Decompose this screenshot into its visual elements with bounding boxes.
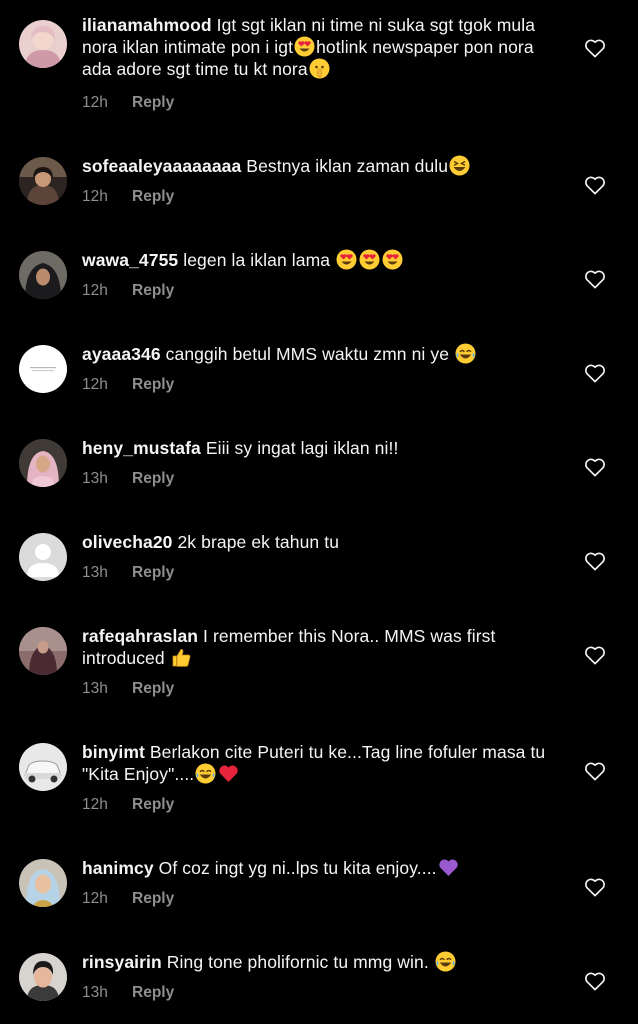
comment-text: ilianamahmood Igt sgt iklan ni time ni s… [82, 14, 562, 80]
comment-body: Bestnya iklan zaman dulu [241, 156, 449, 176]
avatar[interactable] [19, 743, 67, 791]
comment-text: sofeaaleyaaaaaaaa Bestnya iklan zaman du… [82, 155, 562, 177]
username-link[interactable]: ayaaa346 [82, 344, 161, 364]
timestamp: 12h [82, 796, 108, 813]
comment-body: Of coz ingt yg ni..lps tu kita enjoy.... [153, 858, 437, 878]
like-heart-icon[interactable] [584, 38, 606, 58]
username-link[interactable]: hanimcy [82, 858, 154, 878]
like-heart-icon[interactable] [584, 269, 606, 289]
comment-meta: 12h Reply [82, 795, 174, 815]
like-heart-icon[interactable] [584, 877, 606, 897]
heart-eyes-emoji [336, 249, 357, 270]
like-heart-icon[interactable] [584, 551, 606, 571]
reply-button[interactable]: Reply [132, 984, 174, 1001]
tears-of-joy-emoji [435, 951, 456, 972]
reply-button[interactable]: Reply [132, 94, 174, 111]
username-link[interactable]: olivecha20 [82, 532, 173, 552]
avatar[interactable] [19, 627, 67, 675]
timestamp: 13h [82, 984, 108, 1001]
comment-body: Ring tone pholifornic tu mmg win. [161, 952, 434, 972]
comment-meta: 12h Reply [82, 281, 174, 301]
tears-of-joy-emoji [455, 343, 476, 364]
laughing-squint-emoji [449, 155, 470, 176]
shushing-face-emoji [309, 58, 330, 79]
reply-button[interactable]: Reply [132, 796, 174, 813]
like-heart-icon[interactable] [584, 761, 606, 781]
comment-text: hanimcy Of coz ingt yg ni..lps tu kita e… [82, 857, 562, 879]
timestamp: 12h [82, 890, 108, 907]
comment-meta: 13h Reply [82, 563, 174, 583]
thumbs-up-emoji [171, 647, 192, 668]
reply-button[interactable]: Reply [132, 188, 174, 205]
avatar[interactable] [19, 859, 67, 907]
comment-text: rafeqahraslan I remember this Nora.. MMS… [82, 625, 562, 669]
comment-meta: 12h Reply [82, 889, 174, 909]
heart-eyes-emoji [359, 249, 380, 270]
avatar[interactable] [19, 157, 67, 205]
heart-eyes-emoji [382, 249, 403, 270]
tears-of-joy-emoji [195, 763, 216, 784]
comment-text: olivecha20 2k brape ek tahun tu [82, 531, 562, 553]
avatar[interactable] [19, 953, 67, 1001]
comment-text: ayaaa346 canggih betul MMS waktu zmn ni … [82, 343, 562, 365]
comment-text: rinsyairin Ring tone pholifornic tu mmg … [82, 951, 562, 973]
reply-button[interactable]: Reply [132, 564, 174, 581]
comment-text: wawa_4755 legen la iklan lama [82, 249, 562, 271]
comment-meta: 13h Reply [82, 679, 174, 699]
avatar[interactable] [19, 251, 67, 299]
comment-body: 2k brape ek tahun tu [172, 532, 340, 552]
timestamp: 13h [82, 470, 108, 487]
comment-body: Eiii sy ingat lagi iklan ni!! [200, 438, 399, 458]
comment-body: Berlakon cite Puteri tu ke...Tag line fo… [82, 742, 546, 784]
timestamp: 13h [82, 680, 108, 697]
comment-meta: 12h Reply [82, 187, 174, 207]
reply-button[interactable]: Reply [132, 470, 174, 487]
reply-button[interactable]: Reply [132, 376, 174, 393]
purple-heart-emoji [438, 857, 459, 878]
comment-text: heny_mustafa Eiii sy ingat lagi iklan ni… [82, 437, 562, 459]
username-link[interactable]: heny_mustafa [82, 438, 201, 458]
like-heart-icon[interactable] [584, 363, 606, 383]
username-link[interactable]: sofeaaleyaaaaaaaa [82, 156, 241, 176]
username-link[interactable]: binyimt [82, 742, 145, 762]
avatar[interactable] [19, 20, 67, 68]
reply-button[interactable]: Reply [132, 282, 174, 299]
reply-button[interactable]: Reply [132, 680, 174, 697]
timestamp: 13h [82, 564, 108, 581]
comment-meta: 12h Reply [82, 375, 174, 395]
heart-eyes-emoji [294, 36, 315, 57]
like-heart-icon[interactable] [584, 971, 606, 991]
timestamp: 12h [82, 376, 108, 393]
like-heart-icon[interactable] [584, 175, 606, 195]
timestamp: 12h [82, 188, 108, 205]
comment-body: legen la iklan lama [178, 250, 336, 270]
username-link[interactable]: ilianamahmood [82, 15, 212, 35]
username-link[interactable]: rinsyairin [82, 952, 162, 972]
comment-text: binyimt Berlakon cite Puteri tu ke...Tag… [82, 741, 562, 785]
avatar[interactable] [19, 533, 67, 581]
comment-meta: 12h Reply [82, 93, 174, 113]
reply-button[interactable]: Reply [132, 890, 174, 907]
like-heart-icon[interactable] [584, 457, 606, 477]
avatar[interactable] [19, 439, 67, 487]
like-heart-icon[interactable] [584, 645, 606, 665]
avatar[interactable] [19, 345, 67, 393]
comment-body: canggih betul MMS waktu zmn ni ye [160, 344, 455, 364]
timestamp: 12h [82, 94, 108, 111]
red-heart-emoji [218, 763, 239, 784]
comment-meta: 13h Reply [82, 983, 174, 1003]
username-link[interactable]: wawa_4755 [82, 250, 178, 270]
username-link[interactable]: rafeqahraslan [82, 626, 198, 646]
timestamp: 12h [82, 282, 108, 299]
comment-meta: 13h Reply [82, 469, 174, 489]
